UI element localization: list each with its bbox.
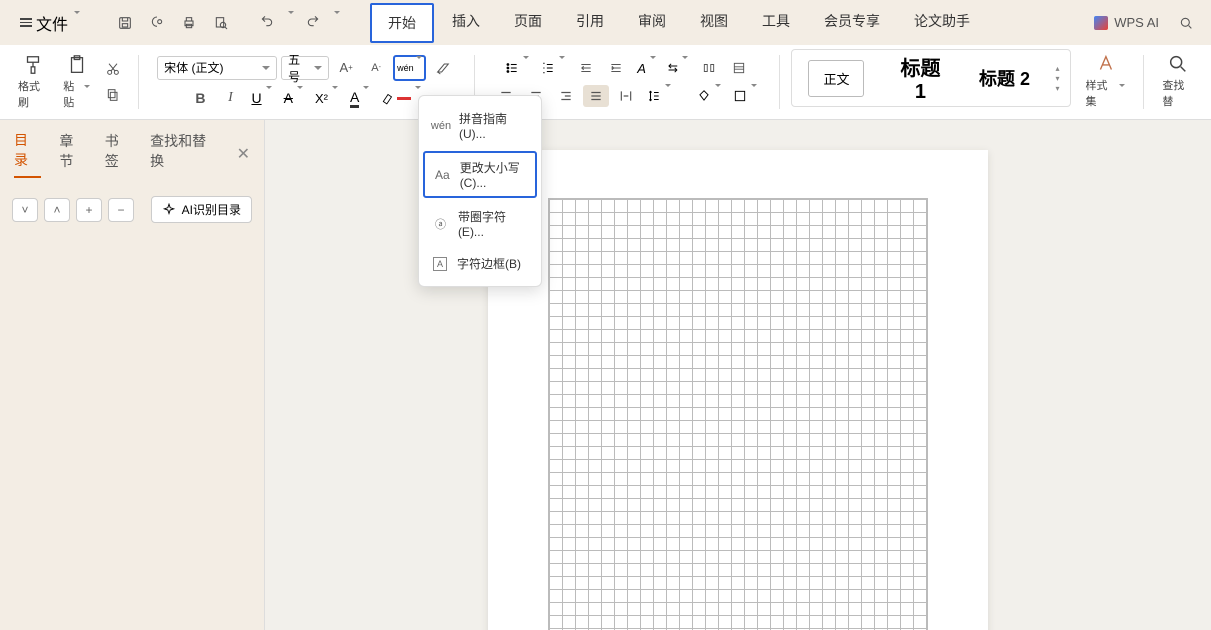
nav-add-button[interactable]: + (76, 198, 102, 222)
tab-home[interactable]: 开始 (370, 3, 434, 43)
nav-tab-bookmarks[interactable]: 书签 (105, 131, 132, 177)
tab-member[interactable]: 会员专享 (808, 3, 896, 43)
style-heading1[interactable]: 标题 1 (884, 46, 956, 110)
nav-collapse-button[interactable]: ˄ (44, 198, 70, 222)
nav-close-button[interactable]: ✕ (237, 144, 250, 164)
paste-button[interactable]: 粘贴 (57, 50, 96, 114)
format-painter-label: 格式刷 (18, 78, 47, 110)
ribbon: 格式刷 粘贴 宋体 (正文) 五号 A+ A- wén B I (0, 45, 1211, 120)
style-normal[interactable]: 正文 (800, 54, 872, 103)
tab-references[interactable]: 引用 (560, 3, 620, 43)
strikethrough-button[interactable]: A (280, 87, 307, 110)
nav-remove-button[interactable]: − (108, 198, 134, 222)
text-effects-button[interactable]: A (633, 57, 660, 79)
document-area (265, 120, 1211, 630)
nav-tab-find[interactable]: 查找和替换 (150, 131, 218, 177)
increase-font-button[interactable]: A+ (333, 57, 359, 79)
dropdown-item-enclose[interactable]: ⓐ 带圈字符(E)... (419, 200, 541, 247)
align-justify-button[interactable] (583, 85, 609, 107)
gallery-scroll[interactable]: ▴▾▾ (1052, 64, 1062, 92)
dropdown-item-char-border[interactable]: A 字符边框(B) (419, 247, 541, 280)
phonetic-dropdown-menu: wén 拼音指南(U)... Aa 更改大小写(C)... ⓐ 带圈字符(E).… (418, 95, 542, 287)
tab-view[interactable]: 视图 (684, 3, 744, 43)
document-page[interactable] (488, 150, 988, 630)
nav-tab-toc[interactable]: 目录 (14, 130, 41, 178)
print-quick-icon[interactable] (144, 10, 170, 36)
hamburger-icon (20, 18, 32, 27)
font-group: 宋体 (正文) 五号 A+ A- wén B I U A X² A (151, 49, 462, 115)
number-list-button[interactable] (537, 57, 569, 79)
print-preview-icon[interactable] (208, 10, 234, 36)
dropdown-item-change-case[interactable]: Aa 更改大小写(C)... (423, 151, 537, 198)
font-size-select[interactable]: 五号 (281, 56, 329, 80)
find-replace-button[interactable]: 查找替 (1156, 49, 1199, 115)
undo-dropdown[interactable] (286, 14, 294, 32)
paragraph-settings-button[interactable] (726, 57, 752, 79)
bullet-list-button[interactable] (501, 57, 533, 79)
char-border-icon: A (433, 257, 447, 271)
decrease-indent-button[interactable] (573, 57, 599, 79)
save-icon[interactable] (112, 10, 138, 36)
chevron-down-icon (72, 14, 80, 32)
file-menu-label: 文件 (36, 11, 68, 35)
change-case-icon: Aa (435, 167, 450, 183)
tab-review[interactable]: 审阅 (622, 3, 682, 43)
align-right-button[interactable] (553, 85, 579, 107)
print-icon[interactable] (176, 10, 202, 36)
enclose-char-icon: ⓐ (433, 216, 448, 232)
style-set-button[interactable]: 样式集 (1079, 49, 1131, 115)
clear-format-button[interactable] (430, 57, 456, 79)
paste-label: 粘贴 (63, 78, 80, 110)
format-painter-button[interactable]: 格式刷 (12, 50, 53, 114)
superscript-button[interactable]: X² (311, 87, 342, 110)
title-bar: 文件 开始 插入 页面 引用 审阅 视图 工具 会员专享 论文助手 WPS AI (0, 0, 1211, 45)
shading-button[interactable] (693, 85, 725, 107)
italic-button[interactable]: I (217, 87, 243, 109)
wps-ai-label: WPS AI (1114, 15, 1159, 30)
nav-tabs: 目录 章节 书签 查找和替换 ✕ (0, 120, 264, 188)
file-menu[interactable]: 文件 (12, 7, 88, 39)
asian-layout-button[interactable]: ⇆ (664, 57, 692, 79)
nav-tab-chapters[interactable]: 章节 (59, 131, 86, 177)
decrease-font-button[interactable]: A- (363, 57, 389, 79)
line-spacing-button[interactable] (643, 85, 675, 107)
redo-button[interactable] (300, 10, 326, 36)
wps-ai-button[interactable]: WPS AI (1094, 15, 1159, 30)
distribute-button[interactable] (613, 85, 639, 107)
wps-ai-logo-icon (1094, 16, 1108, 30)
search-icon[interactable] (1173, 10, 1199, 36)
nav-expand-button[interactable]: ˅ (12, 198, 38, 222)
increase-indent-button[interactable] (603, 57, 629, 79)
bold-button[interactable]: B (187, 87, 213, 109)
underline-button[interactable]: U (247, 87, 275, 110)
cut-button[interactable] (100, 58, 126, 80)
borders-button[interactable] (729, 85, 761, 107)
tab-tools[interactable]: 工具 (746, 3, 806, 43)
paragraph-border-button[interactable] (696, 57, 722, 79)
font-name-select[interactable]: 宋体 (正文) (157, 56, 277, 80)
font-color-button[interactable]: A (346, 87, 373, 110)
navigation-panel: 目录 章节 书签 查找和替换 ✕ ˅ ˄ + − AI识别目录 (0, 120, 265, 630)
redo-dropdown[interactable] (332, 14, 340, 32)
phonetic-guide-button[interactable]: wén (393, 55, 426, 81)
ribbon-tabs: 开始 插入 页面 引用 审阅 视图 工具 会员专享 论文助手 (370, 3, 986, 43)
tab-paper-helper[interactable]: 论文助手 (898, 3, 986, 43)
chevron-down-icon (414, 59, 422, 77)
style-gallery: 正文 标题 1 标题 2 ▴▾▾ (791, 49, 1071, 107)
tab-page[interactable]: 页面 (498, 3, 558, 43)
chevron-down-icon (82, 88, 90, 100)
style-heading2[interactable]: 标题 2 (968, 59, 1040, 97)
dropdown-item-pinyin[interactable]: wén 拼音指南(U)... (419, 102, 541, 149)
copy-button[interactable] (100, 84, 126, 106)
ai-toc-button[interactable]: AI识别目录 (151, 196, 252, 223)
pinyin-icon: wén (433, 118, 449, 134)
undo-button[interactable] (254, 10, 280, 36)
nav-toolbar: ˅ ˄ + − AI识别目录 (0, 188, 264, 231)
manuscript-grid (548, 198, 928, 630)
tab-insert[interactable]: 插入 (436, 3, 496, 43)
